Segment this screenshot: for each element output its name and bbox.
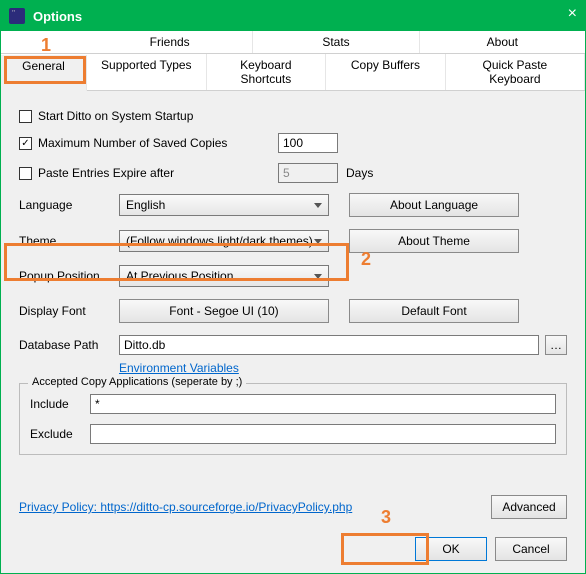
- tab-keyboard-shortcuts[interactable]: Keyboard Shortcuts: [207, 54, 327, 90]
- database-path-label: Database Path: [19, 338, 119, 352]
- tab-friends[interactable]: Friends: [87, 31, 253, 53]
- language-label: Language: [19, 198, 119, 212]
- theme-value: (Follow windows light/dark themes): [126, 234, 313, 248]
- language-value: English: [126, 198, 165, 212]
- cancel-button[interactable]: Cancel: [495, 537, 567, 561]
- language-select[interactable]: English: [119, 194, 329, 216]
- tab-stats[interactable]: Stats: [253, 31, 419, 53]
- environment-variables-link[interactable]: Environment Variables: [119, 361, 239, 375]
- ok-button[interactable]: OK: [415, 537, 487, 561]
- general-panel: Start Ditto on System Startup ✓ Maximum …: [1, 91, 585, 465]
- advanced-button[interactable]: Advanced: [491, 495, 567, 519]
- accepted-apps-legend: Accepted Copy Applications (seperate by …: [28, 376, 246, 388]
- privacy-policy-link[interactable]: Privacy Policy: https://ditto-cp.sourcef…: [19, 500, 352, 514]
- popup-position-label: Popup Position: [19, 269, 119, 283]
- exclude-input[interactable]: [90, 424, 556, 444]
- display-font-button[interactable]: Font - Segoe UI (10): [119, 299, 329, 323]
- chevron-down-icon: [314, 274, 322, 279]
- window-title: Options: [33, 9, 82, 24]
- exclude-label: Exclude: [30, 427, 90, 441]
- close-icon[interactable]: ×: [568, 5, 577, 23]
- about-language-button[interactable]: About Language: [349, 193, 519, 217]
- tab-supported-types[interactable]: Supported Types: [87, 54, 207, 90]
- app-icon: [9, 8, 25, 24]
- about-theme-button[interactable]: About Theme: [349, 229, 519, 253]
- tab-about[interactable]: About: [420, 31, 585, 53]
- include-label: Include: [30, 397, 90, 411]
- max-copies-input[interactable]: [278, 133, 338, 153]
- database-path-browse-button[interactable]: …: [545, 335, 567, 355]
- tab-copy-buffers[interactable]: Copy Buffers: [326, 54, 446, 90]
- database-path-input[interactable]: [119, 335, 539, 355]
- chevron-down-icon: [314, 203, 322, 208]
- max-copies-checkbox[interactable]: ✓: [19, 137, 32, 150]
- expire-label: Paste Entries Expire after: [38, 166, 268, 180]
- theme-select[interactable]: (Follow windows light/dark themes): [119, 230, 329, 252]
- expire-unit: Days: [346, 166, 373, 180]
- chevron-down-icon: [314, 239, 322, 244]
- bottom-area: Privacy Policy: https://ditto-cp.sourcef…: [19, 495, 567, 561]
- start-on-startup-checkbox[interactable]: [19, 110, 32, 123]
- display-font-label: Display Font: [19, 304, 119, 318]
- tab-general[interactable]: General: [1, 55, 87, 91]
- options-window: Options × Friends Stats About General Su…: [0, 0, 586, 574]
- tabs-top-row: Friends Stats About: [1, 31, 585, 54]
- popup-position-value: At Previous Position: [126, 269, 233, 283]
- max-copies-label: Maximum Number of Saved Copies: [38, 136, 268, 150]
- titlebar: Options ×: [1, 1, 585, 31]
- expire-input[interactable]: [278, 163, 338, 183]
- popup-position-select[interactable]: At Previous Position: [119, 265, 329, 287]
- accepted-apps-group: Accepted Copy Applications (seperate by …: [19, 383, 567, 455]
- tabs-bottom-row: General Supported Types Keyboard Shortcu…: [1, 54, 585, 91]
- theme-label: Theme: [19, 234, 119, 248]
- include-input[interactable]: [90, 394, 556, 414]
- expire-checkbox[interactable]: [19, 167, 32, 180]
- tab-quick-paste-keyboard[interactable]: Quick Paste Keyboard: [446, 54, 585, 90]
- start-on-startup-label: Start Ditto on System Startup: [38, 109, 193, 123]
- default-font-button[interactable]: Default Font: [349, 299, 519, 323]
